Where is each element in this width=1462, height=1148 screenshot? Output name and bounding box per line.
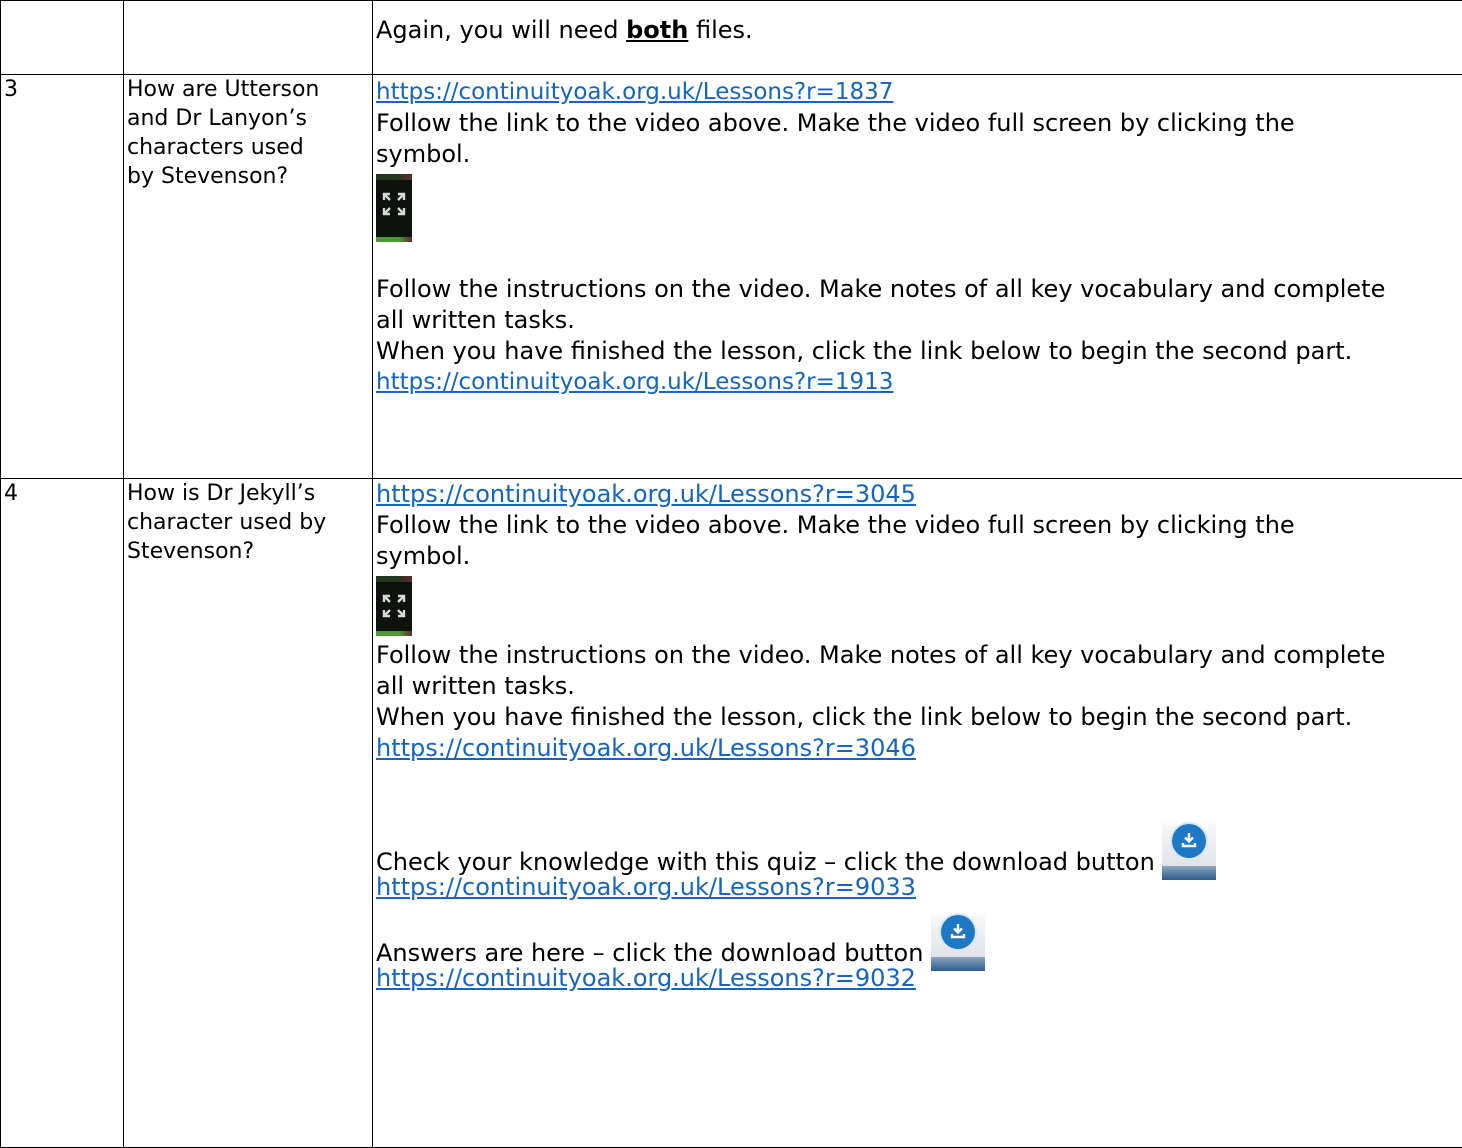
video-link[interactable]: https://continuityoak.org.uk/Lessons?r=3… <box>376 479 1462 510</box>
lesson-body-cell: https://continuityoak.org.uk/Lessons?r=3… <box>373 479 1462 1148</box>
lesson-question-cell <box>124 1 373 75</box>
follow-text-cont: symbol. <box>376 139 1462 170</box>
lessons-table: Again, you will need both files. 3 How a… <box>0 0 1462 1148</box>
follow-text-cont: symbol. <box>376 541 1462 572</box>
lesson-body-cell: Again, you will need both files. <box>373 1 1462 75</box>
video-link[interactable]: https://continuityoak.org.uk/Lessons?r=1… <box>376 77 1462 108</box>
answers-text: Answers are here – click the download bu… <box>376 911 1462 963</box>
lesson-number: 4 <box>1 479 124 1148</box>
lesson-number-cell <box>1 1 124 75</box>
lesson-number: 3 <box>1 75 124 479</box>
second-part-link[interactable]: https://continuityoak.org.uk/Lessons?r=3… <box>376 733 1462 764</box>
answers-link[interactable]: https://continuityoak.org.uk/Lessons?r=9… <box>376 963 1462 994</box>
download-icon[interactable] <box>1162 820 1216 880</box>
second-part-link[interactable]: https://continuityoak.org.uk/Lessons?r=1… <box>376 367 1462 398</box>
fullscreen-icon <box>376 576 412 636</box>
fullscreen-icon <box>376 174 412 242</box>
instructions-text: Follow the instructions on the video. Ma… <box>376 274 1462 305</box>
emphasis-both: both <box>626 16 688 44</box>
follow-text: Follow the link to the video above. Make… <box>376 108 1462 139</box>
quiz-link[interactable]: https://continuityoak.org.uk/Lessons?r=9… <box>376 872 1462 903</box>
follow-text: Follow the link to the video above. Make… <box>376 510 1462 541</box>
table-row: 4 How is Dr Jekyll’s character used by S… <box>1 479 1462 1148</box>
intro-text: Again, you will need both files. <box>376 15 1462 46</box>
download-icon[interactable] <box>931 911 985 971</box>
table-row: Again, you will need both files. <box>1 1 1462 75</box>
instructions-text-cont: all written tasks. <box>376 671 1462 702</box>
instructions-text: Follow the instructions on the video. Ma… <box>376 640 1462 671</box>
lesson-body-cell: https://continuityoak.org.uk/Lessons?r=1… <box>373 75 1462 479</box>
finish-text: When you have finished the lesson, click… <box>376 702 1462 733</box>
lesson-question: How are Utterson and Dr Lanyon’s charact… <box>124 75 373 479</box>
instructions-text-cont: all written tasks. <box>376 305 1462 336</box>
table-row: 3 How are Utterson and Dr Lanyon’s chara… <box>1 75 1462 479</box>
quiz-text: Check your knowledge with this quiz – cl… <box>376 820 1462 872</box>
lesson-question: How is Dr Jekyll’s character used by Ste… <box>124 479 373 1148</box>
finish-text: When you have finished the lesson, click… <box>376 336 1462 367</box>
